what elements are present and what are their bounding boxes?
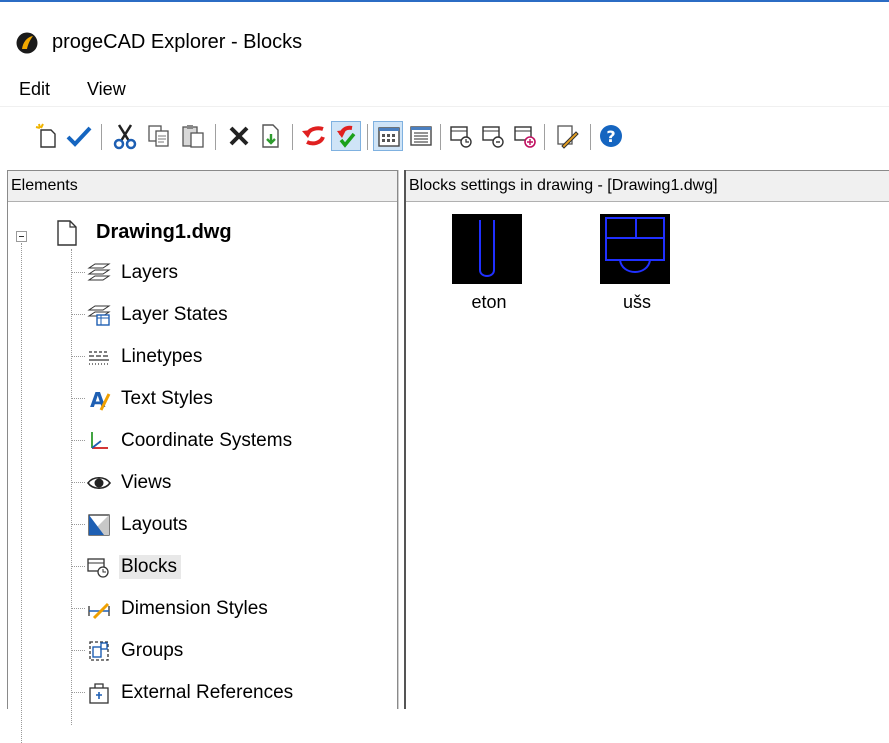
linetypes-icon [86,344,112,370]
help-icon[interactable]: ? [596,121,626,151]
checkmark-icon[interactable] [64,121,94,151]
tree-node-label: Dimension Styles [121,598,268,619]
cut-icon[interactable] [110,121,140,151]
tree-line [71,249,72,725]
details-view-icon[interactable] [406,121,436,151]
block-item-eton[interactable]: eton [429,214,549,324]
block-label: ušs [622,292,651,312]
large-icons-view-icon[interactable] [373,121,403,151]
blocks-pane: Blocks settings in drawing - [Drawing1.d… [406,170,889,709]
toolbar-separator [590,124,591,150]
toolbar-separator [544,124,545,150]
blocks-header: Blocks settings in drawing - [Drawing1.d… [406,171,889,202]
tree-node-label: Coordinate Systems [121,430,293,451]
edit-pencil-icon[interactable] [552,121,582,151]
svg-text:A: A [90,388,106,412]
external-references-icon [86,680,112,706]
elements-pane: Elements Drawing1.dwg Layers Layer State… [7,170,398,743]
block-icon-2[interactable] [478,121,508,151]
block-item-uss[interactable]: ušs [577,214,697,324]
tree-node-label: Layouts [121,514,188,535]
copy-icon[interactable] [144,121,174,151]
toolbar-separator [215,124,216,150]
block-icon-1[interactable] [446,121,476,151]
views-eye-icon [86,470,112,496]
tree-line [21,243,22,743]
tree-root-drawing[interactable]: Drawing1.dwg [96,221,232,244]
tree-node-label: Blocks [119,555,181,579]
tree-node-label: External References [121,682,294,703]
coordinate-systems-icon [86,428,112,454]
tree-node-label: Views [121,472,172,493]
tree-node-label: Layer States [121,304,228,325]
toolbar-separator [367,124,368,150]
layer-states-icon [86,302,112,328]
toolbar: ? [0,106,889,165]
blocks-icon [86,554,112,580]
tree-node-label: Layers [121,262,179,283]
block-thumbnail [452,214,522,284]
purge-icon[interactable] [299,121,329,151]
title-bar: progeCAD Explorer - Blocks [0,2,889,68]
elements-header: Elements [8,171,397,202]
new-item-icon[interactable] [33,121,63,151]
menu-view[interactable]: View [87,79,126,100]
groups-icon [86,638,112,664]
block-icon-3[interactable] [510,121,540,151]
elements-tree: Drawing1.dwg Layers Layer States Linetyp… [8,202,397,743]
block-thumbnail [600,214,670,284]
block-label: eton [471,292,507,312]
delete-icon[interactable] [224,121,254,151]
purge-all-icon[interactable] [331,121,361,151]
insert-icon[interactable] [256,121,286,151]
menu-bar: Edit View [0,68,889,106]
svg-text:?: ? [606,127,615,146]
document-icon [56,220,78,246]
progecad-app-icon [16,32,38,54]
toolbar-separator [440,124,441,150]
menu-edit[interactable]: Edit [19,79,50,100]
paste-icon[interactable] [178,121,208,151]
dimension-styles-icon [86,596,112,622]
collapse-toggle[interactable] [16,231,27,242]
toolbar-separator [292,124,293,150]
layers-icon [86,260,112,286]
window-title: progeCAD Explorer - Blocks [52,31,303,53]
text-styles-icon: A [86,386,112,412]
layouts-icon [86,512,112,538]
tree-node-label: Text Styles [121,388,213,409]
toolbar-separator [101,124,102,150]
tree-node-label: Groups [121,640,184,661]
tree-node-label: Linetypes [121,346,203,367]
